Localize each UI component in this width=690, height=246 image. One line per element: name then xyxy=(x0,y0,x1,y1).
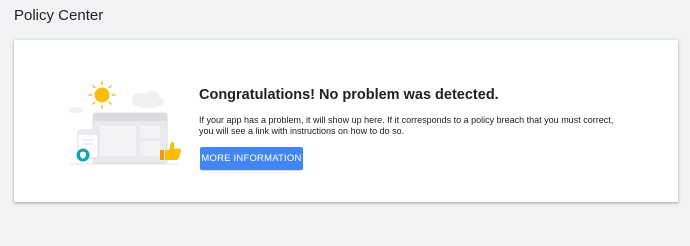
browser-window-illustration xyxy=(92,112,168,164)
status-headline: Congratulations! No problem was detected… xyxy=(199,87,499,103)
status-card: Congratulations! No problem was detected… xyxy=(14,40,678,202)
status-description: If your app has a problem, it will show … xyxy=(199,115,614,136)
more-information-button[interactable]: MORE INFORMATION xyxy=(200,147,303,170)
cloud-icon xyxy=(69,91,164,113)
no-problem-illustration xyxy=(69,81,182,165)
page-title: Policy Center xyxy=(14,7,104,24)
sun-icon xyxy=(88,81,116,109)
shield-badge-icon xyxy=(76,148,90,162)
